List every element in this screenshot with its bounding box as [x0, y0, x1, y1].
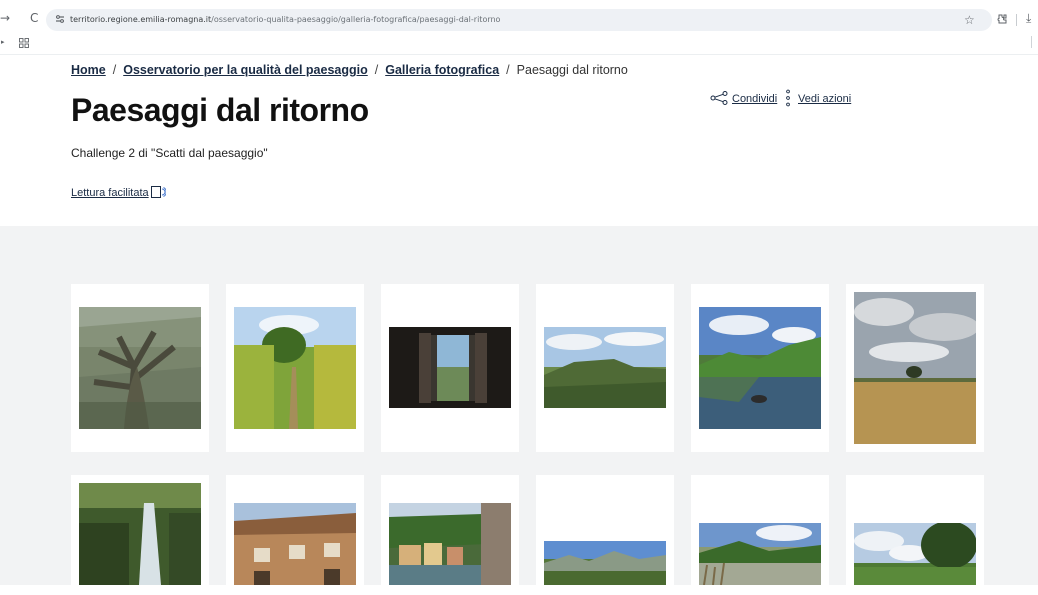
actions-button[interactable]: Vedi azioni [786, 89, 851, 107]
easy-read-icon [150, 186, 167, 198]
breadcrumb-osservatorio[interactable]: Osservatorio per la qualità del paesaggi… [123, 63, 368, 77]
gallery-item-8[interactable] [226, 475, 364, 595]
url-path: /osservatorio-qualita-paesaggio/galleria… [211, 15, 501, 24]
side-panel-icon[interactable]: ▸ [1, 38, 5, 46]
breadcrumb-home[interactable]: Home [71, 63, 106, 77]
photo-lake-reflection [699, 307, 821, 429]
breadcrumb: Home / Osservatorio per la qualità del pae… [71, 63, 628, 77]
easy-read-link[interactable]: Lettura facilitata [71, 185, 167, 199]
gallery-item-3[interactable] [381, 284, 519, 452]
url-text: territorio.regione.emilia-romagna.it/oss… [70, 13, 500, 27]
browser-toolbar: → C territorio.regione.emilia-romagna.it… [0, 0, 1038, 55]
gallery-item-5[interactable] [691, 284, 829, 452]
gallery-item-1[interactable] [71, 284, 209, 452]
url-host: territorio.regione.emilia-romagna.it [70, 15, 212, 24]
gallery-item-10[interactable] [536, 475, 674, 595]
extensions-icon[interactable] [996, 13, 1008, 25]
share-icon [710, 91, 728, 105]
gallery-item-11[interactable] [691, 475, 829, 595]
share-button[interactable]: Condividi [710, 91, 777, 105]
photo-grassy-path [234, 307, 356, 429]
easy-read-label: Lettura facilitata [71, 187, 149, 199]
page-subtitle: Challenge 2 di "Scatti dal paesaggio" [71, 146, 268, 160]
gallery-item-2[interactable] [226, 284, 364, 452]
address-bar[interactable]: territorio.regione.emilia-romagna.it/oss… [46, 9, 992, 31]
photo-meadow-trees [854, 523, 976, 585]
photo-river-reeds [699, 523, 821, 585]
photo-gallery [0, 226, 1038, 595]
photo-ancient-tree [79, 307, 201, 429]
actions-label: Vedi azioni [798, 93, 852, 105]
reload-icon[interactable]: C [30, 11, 38, 25]
breadcrumb-current: Paesaggi dal ritorno [516, 63, 628, 77]
toolbar-divider [1016, 14, 1017, 26]
photo-building-facade [234, 503, 356, 585]
gallery-item-4[interactable] [536, 284, 674, 452]
forward-icon[interactable]: → [0, 11, 10, 25]
bookmarks-divider [1031, 36, 1032, 48]
bookmark-star-icon[interactable]: ☆ [964, 13, 975, 27]
gallery-item-12[interactable] [846, 475, 984, 595]
photo-cloudy-hills [544, 327, 666, 408]
download-icon[interactable]: ⤓ [1026, 11, 1031, 26]
gallery-item-6[interactable] [846, 284, 984, 452]
share-label: Condividi [732, 93, 778, 105]
photo-wheat-field [854, 292, 976, 444]
photo-waterfall [79, 483, 201, 585]
site-info-icon[interactable] [54, 13, 66, 25]
page-title: Paesaggi dal ritorno [71, 92, 369, 128]
gallery-item-9[interactable] [381, 475, 519, 595]
breadcrumb-separator: / [112, 63, 117, 77]
breadcrumb-separator: / [374, 63, 379, 77]
photo-open-window [389, 327, 511, 408]
gallery-item-7[interactable] [71, 475, 209, 595]
breadcrumb-galleria[interactable]: Galleria fotografica [385, 63, 499, 77]
more-vertical-icon [786, 89, 790, 107]
apps-grid-icon[interactable] [19, 38, 29, 48]
photo-mountain-valley [544, 541, 666, 585]
breadcrumb-separator: / [506, 63, 510, 77]
photo-river-village [389, 503, 511, 585]
